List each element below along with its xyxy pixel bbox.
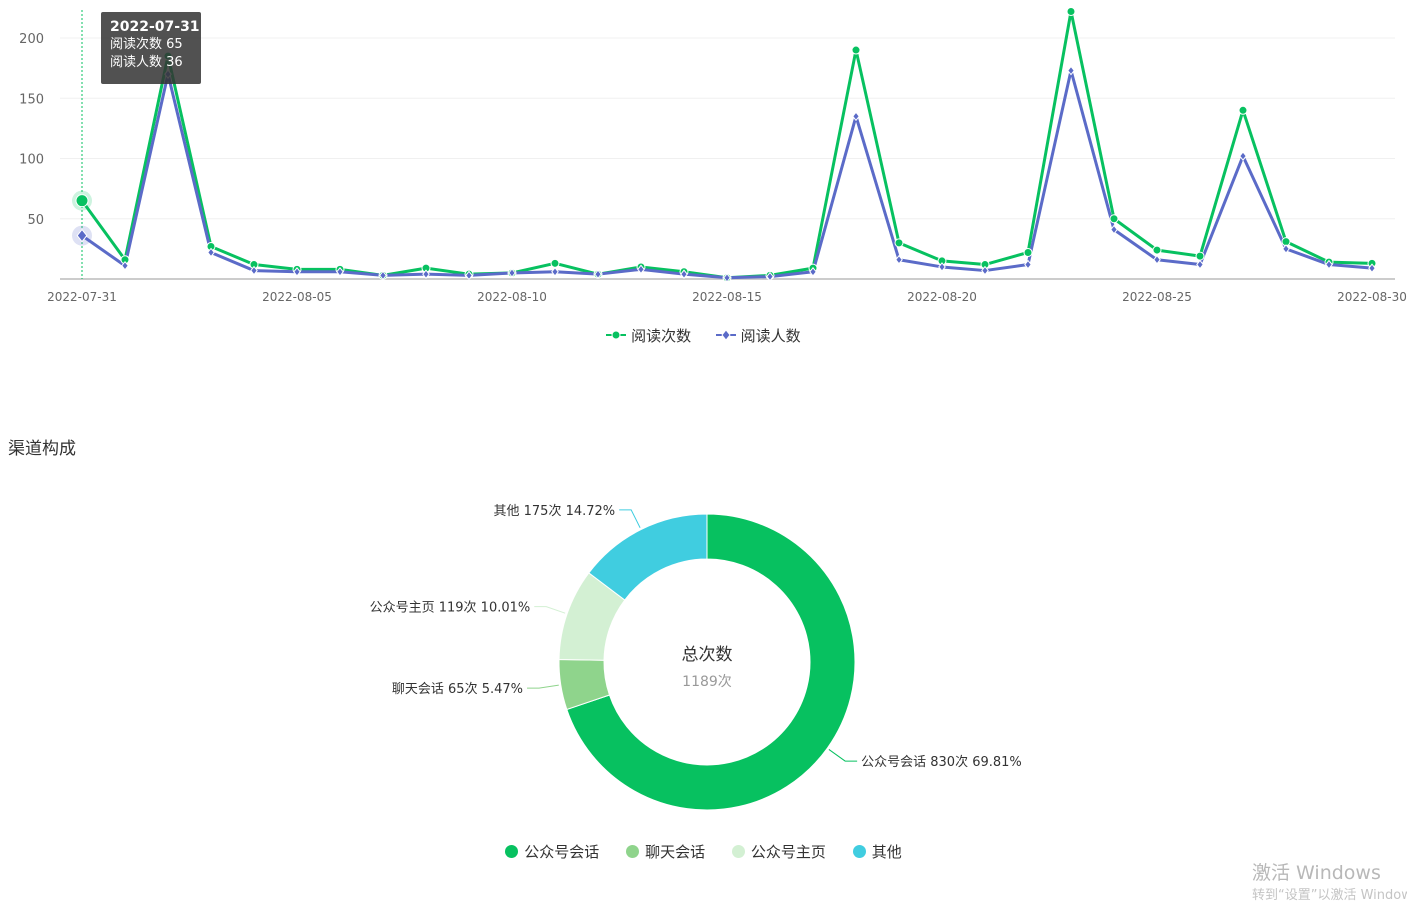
y-grid <box>60 37 1395 220</box>
data-point-reads[interactable] <box>1023 247 1033 257</box>
data-point-reads[interactable] <box>1195 251 1205 261</box>
legend-marker-diamond-icon <box>715 329 736 341</box>
legend-item-official-chat[interactable]: 公众号会话 <box>505 841 599 862</box>
x-tick-label: 2022-08-20 <box>907 290 977 304</box>
tooltip-value-reads: 65 <box>166 37 183 52</box>
legend-label-reads: 阅读次数 <box>631 327 692 345</box>
x-axis: 2022-07-31 2022-08-05 2022-08-10 2022-08-15… <box>47 278 1407 304</box>
legend-item-reads[interactable]: 阅读次数 <box>606 325 691 346</box>
donut-center-value: 1189次 <box>682 674 732 690</box>
donut-center-label: 总次数 <box>682 645 733 665</box>
data-point-readers[interactable] <box>551 266 559 277</box>
x-tick-label: 2022-08-05 <box>262 290 332 304</box>
data-point-reads[interactable] <box>75 194 89 208</box>
legend-label-homepage: 公众号主页 <box>750 843 826 861</box>
tooltip-row-readers: 阅读人数 36 <box>110 54 201 72</box>
reading-trend-line-chart: 50 100 150 200 2022-07-31 2022-08-05 2022-08-… <box>19 6 1407 304</box>
legend-label-official-chat: 公众号会话 <box>524 843 600 861</box>
series-line-readers <box>81 69 1373 280</box>
legend-label-chat: 聊天会话 <box>645 843 706 861</box>
windows-activation-watermark: 激活 Windows <box>1252 862 1381 884</box>
data-point-reads[interactable] <box>550 258 560 268</box>
series-line-reads <box>80 9 1373 280</box>
tooltip-label-reads: 阅读次数 <box>110 37 163 52</box>
data-point-reads[interactable] <box>1109 214 1119 224</box>
slice-label: 聊天会话 65次 5.47% <box>392 681 523 697</box>
tooltip-value-readers: 36 <box>166 55 183 70</box>
slice-label: 其他 175次 14.72% <box>494 503 616 519</box>
tooltip-label-readers: 阅读人数 <box>110 55 163 70</box>
y-tick-label: 200 <box>19 32 44 47</box>
y-tick-label: 150 <box>19 92 44 107</box>
tooltip-date: 2022-07-31 <box>110 19 200 35</box>
x-tick-label: 2022-08-30 <box>1337 290 1407 304</box>
legend-dot-icon <box>626 845 640 858</box>
x-tick-label: 2022-08-15 <box>692 290 762 304</box>
legend-item-readers[interactable]: 阅读人数 <box>715 325 801 346</box>
data-point-reads[interactable] <box>1238 105 1248 115</box>
legend-label-readers: 阅读人数 <box>740 327 801 345</box>
donut-legend: 公众号会话 聊天会话 公众号主页 其他 <box>0 841 1407 862</box>
data-point-readers[interactable] <box>1024 259 1032 270</box>
x-tick-label: 2022-08-10 <box>477 290 547 304</box>
slice-label-leader <box>828 749 858 762</box>
legend-item-homepage[interactable]: 公众号主页 <box>731 841 826 862</box>
slice-label-leader <box>534 606 566 614</box>
data-point-reads[interactable] <box>851 45 861 55</box>
legend-item-chat[interactable]: 聊天会话 <box>626 841 705 862</box>
line-chart-legend: 阅读次数 阅读人数 <box>0 325 1407 346</box>
slice-label: 公众号会话 830次 69.81% <box>861 754 1022 770</box>
slice-label-leader <box>619 509 641 528</box>
data-point-reads[interactable] <box>894 238 904 248</box>
tooltip-row-reads: 阅读次数 65 <box>110 36 201 54</box>
legend-label-other: 其他 <box>871 843 902 861</box>
legend-dot-icon <box>852 845 866 858</box>
legend-item-other[interactable]: 其他 <box>852 841 902 862</box>
data-point-reads[interactable] <box>1152 245 1162 255</box>
y-tick-label: 50 <box>27 213 44 228</box>
slice-label-leader <box>527 684 559 689</box>
legend-dot-icon <box>731 845 745 858</box>
y-axis-tick-labels: 50 100 150 200 <box>19 32 44 228</box>
legend-dot-icon <box>505 845 519 858</box>
y-tick-label: 100 <box>19 153 44 168</box>
channel-donut-chart: 公众号会话 830次 69.81% 聊天会话 65次 5.47% 公众号主页 119… <box>370 503 1022 811</box>
x-tick-label: 2022-08-25 <box>1122 290 1192 304</box>
x-tick-label: 2022-07-31 <box>47 290 117 304</box>
chart-tooltip: 2022-07-31 阅读次数 65 阅读人数 36 <box>101 12 201 84</box>
windows-activation-watermark-sub: 转到“设置”以激活 Windows <box>1252 888 1407 903</box>
data-point-reads[interactable] <box>1066 6 1076 16</box>
slice-label: 公众号主页 119次 10.01% <box>370 600 531 616</box>
line-series-group <box>72 6 1377 283</box>
legend-marker-circle-icon <box>606 330 627 340</box>
